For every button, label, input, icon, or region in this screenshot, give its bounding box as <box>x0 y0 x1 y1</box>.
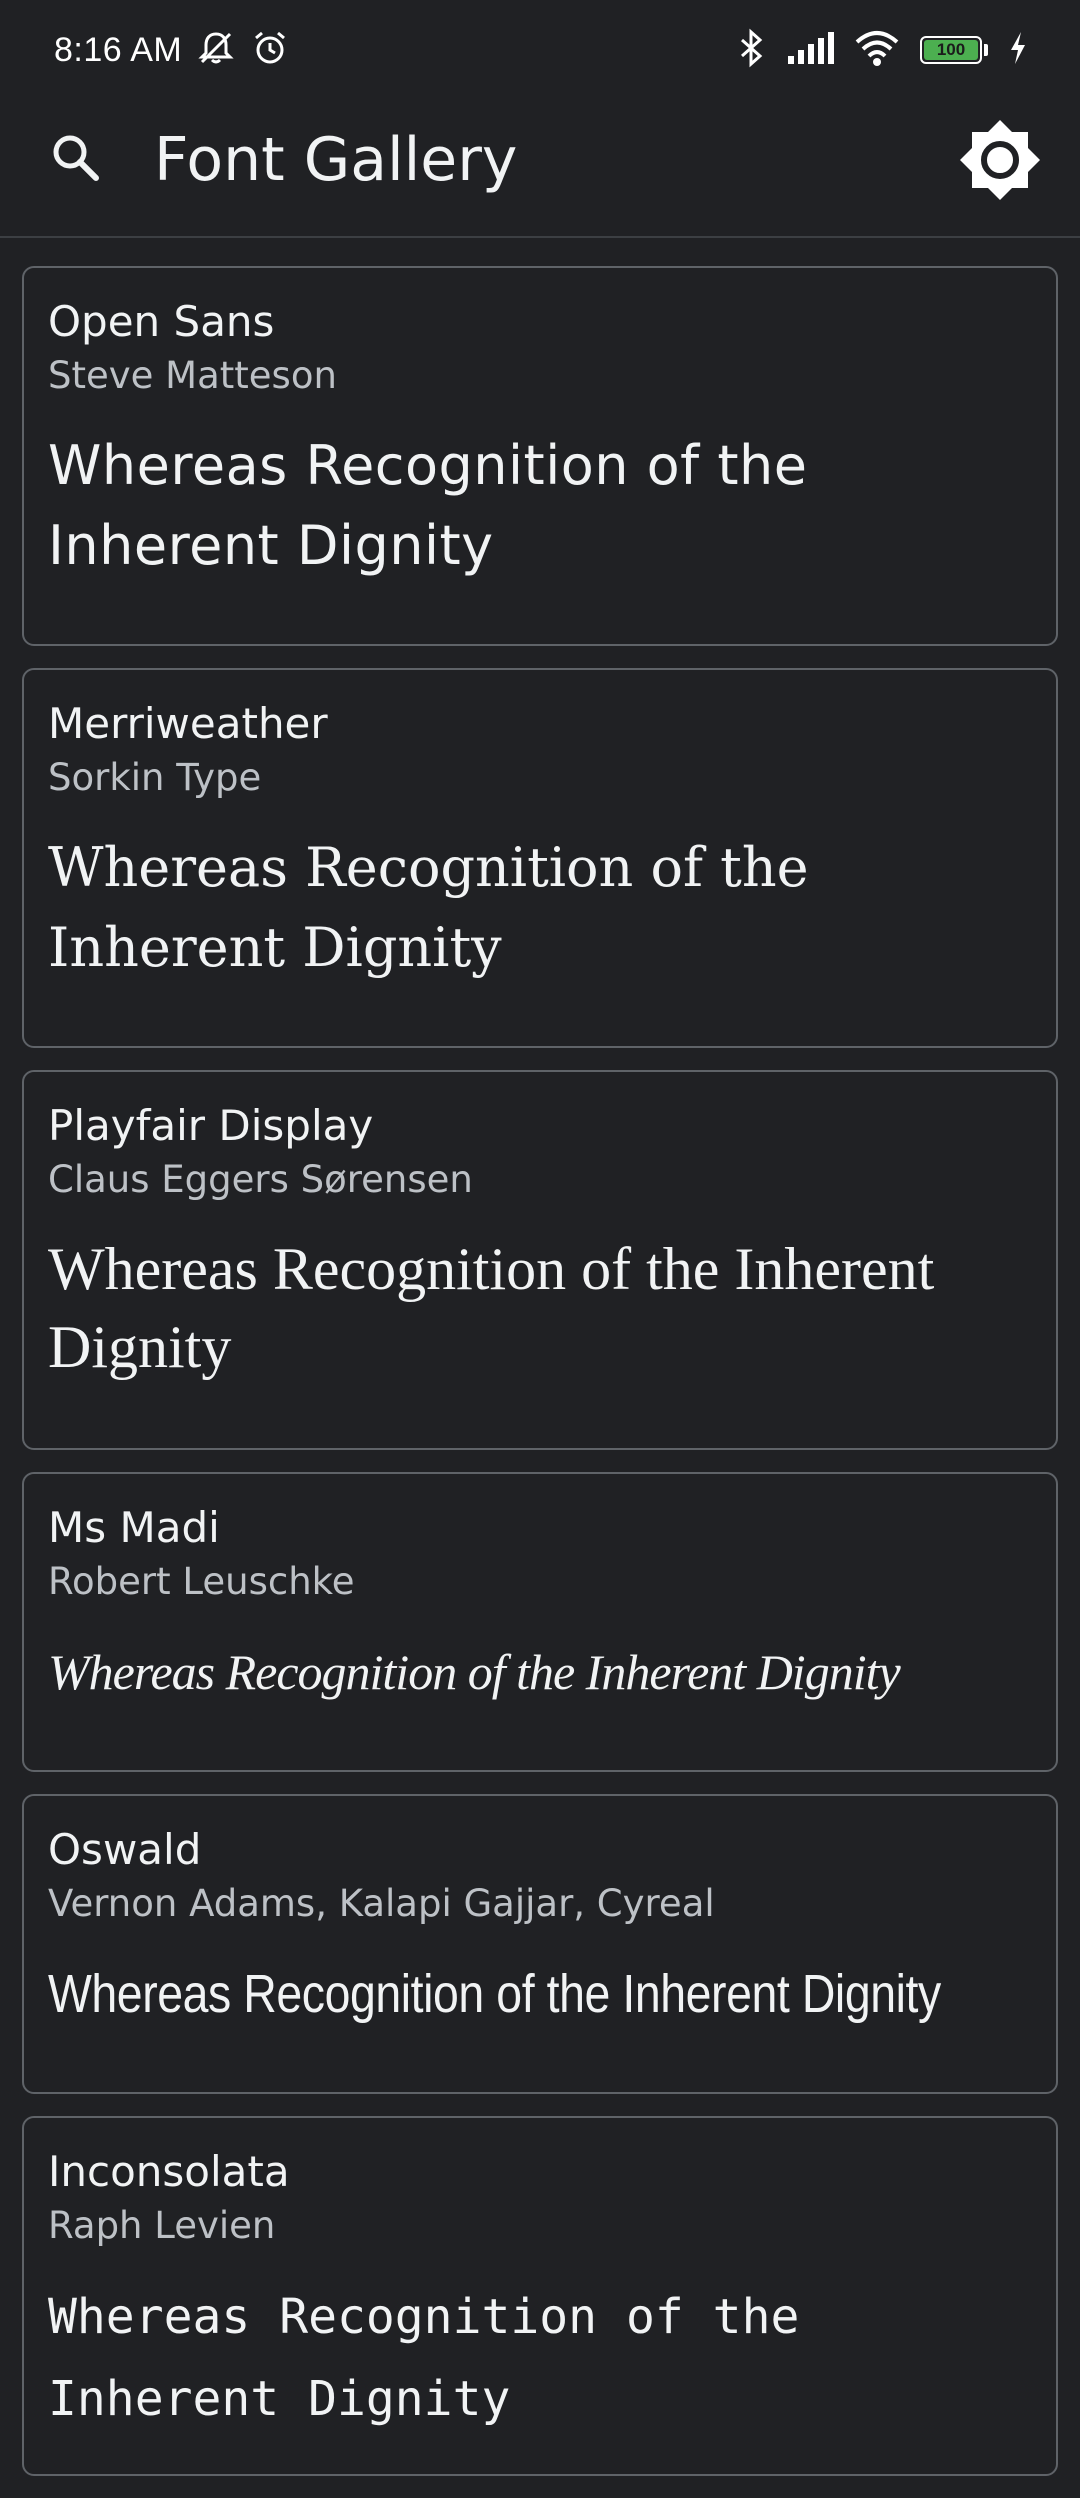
battery-body: 100 <box>920 36 982 64</box>
font-name: Merriweather <box>48 699 328 748</box>
font-card-ms-madi[interactable]: Ms Madi Robert Leuschke Whereas Recognit… <box>22 1472 1058 1772</box>
wifi-icon <box>854 28 900 72</box>
status-right: 100 <box>736 28 1028 72</box>
brightness-icon[interactable] <box>956 116 1044 204</box>
font-card-playfair-display[interactable]: Playfair Display Claus Eggers Sørensen W… <box>22 1070 1058 1450</box>
font-author: Raph Levien <box>48 2204 276 2247</box>
page-title: Font Gallery <box>154 125 518 195</box>
font-author: Vernon Adams, Kalapi Gajjar, Cyreal <box>48 1882 715 1925</box>
alarm-icon <box>250 28 290 72</box>
font-sample: Whereas Recognition of the Inherent Dign… <box>48 836 809 979</box>
font-sample: Whereas Recognition of the Inherent Dign… <box>48 2289 800 2427</box>
font-name: Playfair Display <box>48 1101 374 1150</box>
font-author: Robert Leuschke <box>48 1560 355 1603</box>
font-sample: Whereas Recognition of the Inherent Dign… <box>48 434 808 577</box>
font-sample: Whereas Recognition of the Inherent Dign… <box>48 1644 901 1700</box>
font-name: Inconsolata <box>48 2147 290 2196</box>
battery-tip <box>984 44 988 56</box>
font-sample: Whereas Recognition of the Inherent Dign… <box>48 1964 941 2024</box>
font-name: Ms Madi <box>48 1503 220 1552</box>
battery-icon: 100 <box>920 36 988 64</box>
battery-level: 100 <box>924 40 978 60</box>
font-list: Open Sans Steve Matteson Whereas Recogni… <box>22 266 1058 2498</box>
bluetooth-icon <box>736 28 766 72</box>
status-time: 8:16 AM <box>54 30 183 69</box>
app-bar: Font Gallery <box>0 100 1080 238</box>
font-author: Sorkin Type <box>48 756 262 799</box>
font-card-oswald[interactable]: Oswald Vernon Adams, Kalapi Gajjar, Cyre… <box>22 1794 1058 2094</box>
status-left: 8:16 AM <box>54 28 290 72</box>
font-sample: Whereas Recognition of the Inherent Dign… <box>48 1236 935 1380</box>
mute-icon <box>196 28 236 72</box>
font-name: Oswald <box>48 1825 202 1874</box>
font-name: Open Sans <box>48 297 275 346</box>
status-bar: 8:16 AM 100 <box>0 0 1080 100</box>
font-author: Claus Eggers Sørensen <box>48 1158 473 1201</box>
font-card-merriweather[interactable]: Merriweather Sorkin Type Whereas Recogni… <box>22 668 1058 1048</box>
font-card-open-sans[interactable]: Open Sans Steve Matteson Whereas Recogni… <box>22 266 1058 646</box>
search-icon[interactable] <box>46 128 106 188</box>
charging-icon <box>1008 30 1028 70</box>
font-card-inconsolata[interactable]: Inconsolata Raph Levien Whereas Recognit… <box>22 2116 1058 2476</box>
font-author: Steve Matteson <box>48 354 337 397</box>
signal-icon <box>786 28 834 72</box>
